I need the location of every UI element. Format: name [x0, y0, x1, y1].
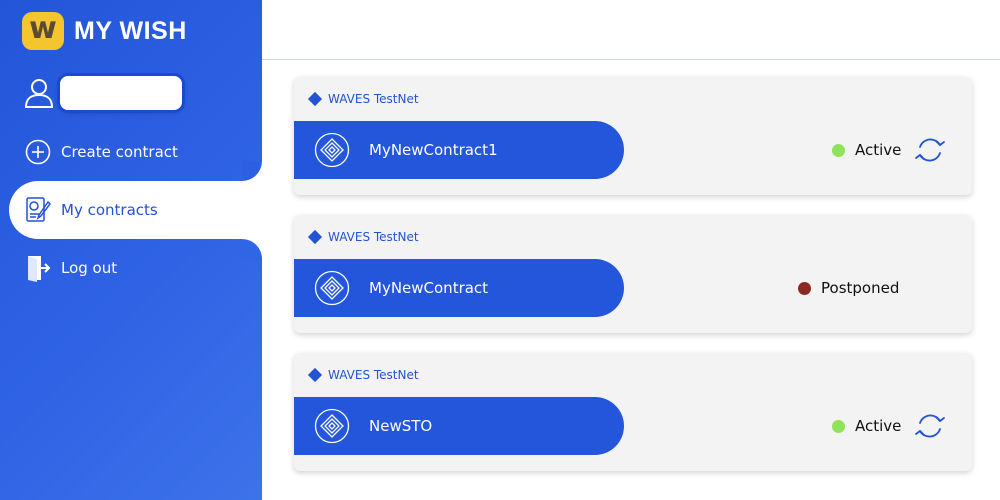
username-field[interactable]: [60, 76, 182, 110]
refresh-icon[interactable]: [914, 410, 946, 442]
sidebar-item-log-out[interactable]: Log out: [0, 239, 262, 297]
logo-icon: w: [22, 12, 64, 50]
waves-logo-icon: [314, 408, 350, 444]
status-dot: [798, 281, 811, 295]
top-bar: [262, 0, 1000, 60]
network-label: WAVES TestNet: [307, 229, 419, 245]
contract-name: MyNewContract1: [369, 141, 498, 159]
contracts-list: WAVES TestNet MyNewContract1 Active WAVE: [262, 61, 1000, 500]
refresh-icon[interactable]: [914, 134, 946, 166]
diamond-icon: [307, 367, 323, 383]
sidebar-item-create-contract[interactable]: Create contract: [0, 123, 262, 181]
contract-name-bar[interactable]: MyNewContract1: [294, 121, 624, 179]
active-tab-curve: [242, 161, 262, 181]
user-icon: [24, 79, 54, 108]
status-dot: [832, 143, 845, 157]
logout-door-icon: [24, 254, 52, 282]
contract-name-bar[interactable]: NewSTO: [294, 397, 624, 455]
contract-name: NewSTO: [369, 417, 433, 435]
status-badge: Active: [832, 417, 901, 435]
network-label: WAVES TestNet: [307, 91, 419, 107]
contract-card[interactable]: WAVES TestNet MyNewContract1 Active: [294, 77, 972, 195]
contract-document-icon: [24, 196, 52, 224]
network-label: WAVES TestNet: [307, 367, 419, 383]
app-logo[interactable]: w MY WISH: [22, 12, 187, 50]
plus-circle-icon: [24, 138, 52, 166]
contract-name: MyNewContract: [369, 279, 489, 297]
status-badge: Postponed: [798, 279, 899, 297]
contract-card[interactable]: WAVES TestNet NewSTO Active: [294, 353, 972, 471]
sidebar-item-label: Create contract: [61, 143, 178, 161]
waves-logo-icon: [314, 270, 350, 306]
diamond-icon: [307, 91, 323, 107]
user-profile[interactable]: [24, 76, 182, 110]
sidebar-item-label: Log out: [61, 259, 118, 277]
waves-logo-icon: [314, 132, 350, 168]
sidebar-item-label: My contracts: [61, 201, 158, 219]
diamond-icon: [307, 229, 323, 245]
contract-name-bar[interactable]: MyNewContract: [294, 259, 624, 317]
status-badge: Active: [832, 141, 901, 159]
status-dot: [832, 419, 845, 433]
sidebar-item-my-contracts[interactable]: My contracts: [9, 181, 262, 239]
app-title: MY WISH: [74, 16, 187, 45]
contract-card[interactable]: WAVES TestNet MyNewContract Postponed: [294, 215, 972, 333]
